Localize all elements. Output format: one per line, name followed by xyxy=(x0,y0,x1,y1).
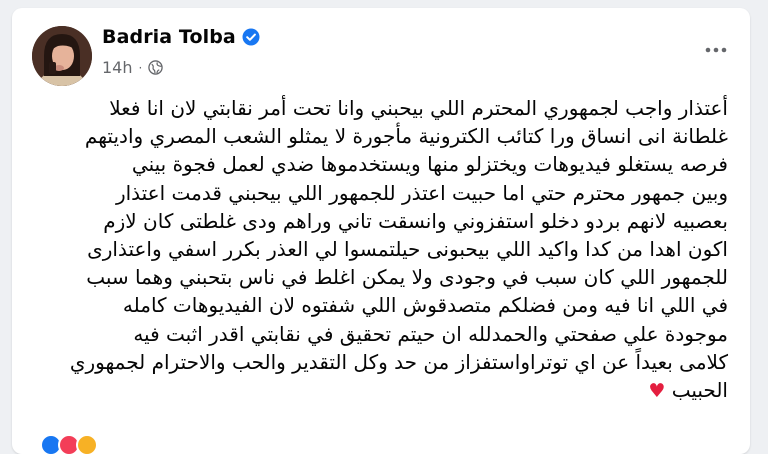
post-body: أعتذار واجب لجمهوري المحترم اللي بيحبني … xyxy=(34,94,728,405)
post-line: غلطانة انى انساق ورا كتائب الكترونية مأج… xyxy=(84,124,728,149)
meta-separator: · xyxy=(138,60,143,75)
post-line-last: الحبيب ♥ xyxy=(34,376,728,405)
post-line: موجودة علي صفحتي والحمدلله ان حيتم تحقيق… xyxy=(133,321,728,346)
post-timestamp[interactable]: 14h xyxy=(102,58,133,77)
author-header: Badria Tolba xyxy=(102,26,260,48)
globe-icon[interactable] xyxy=(148,60,164,75)
post-card: Badria Tolba 14h · أعتذار واجب لجمهوري ا… xyxy=(12,8,750,454)
post-line: اكون اهدا من كدا واكيد اللي بيحبونى حيلت… xyxy=(87,237,728,262)
post-line: وبين جمهور محترم حتي اما حبيت اعتذر للجم… xyxy=(115,180,728,205)
verified-badge-icon xyxy=(242,28,260,46)
post-line: كلامى بعيداً عن اي توتراواستفزاز من حد و… xyxy=(69,349,728,374)
author-name[interactable]: Badria Tolba xyxy=(102,26,236,48)
post-line: للجمهور اللي كان سبب في وجودى ولا يمكن ا… xyxy=(86,265,728,290)
post-line: بعصبيه لانهم بردو دخلو استفزوني وانسقت ت… xyxy=(103,208,728,233)
post-line-text: الحبيب xyxy=(671,378,728,403)
care-reaction-icon xyxy=(76,434,98,454)
avatar-photo xyxy=(32,26,92,86)
author-avatar[interactable] xyxy=(32,26,92,86)
post-line: أعتذار واجب لجمهوري المحترم اللي بيحبني … xyxy=(109,96,728,120)
more-options-button[interactable] xyxy=(698,36,734,64)
more-options-icon xyxy=(705,47,727,53)
post-meta: 14h · xyxy=(102,58,164,77)
post-line: في اللي انا فيه ومن فضلكم متصدقوش اللي ش… xyxy=(122,293,728,318)
post-line: فرصه يستغلو فيديوهات ويختزلو منها ويستخد… xyxy=(131,152,728,177)
heart-emoji: ♥ xyxy=(648,380,666,403)
reaction-icons[interactable] xyxy=(40,434,98,454)
